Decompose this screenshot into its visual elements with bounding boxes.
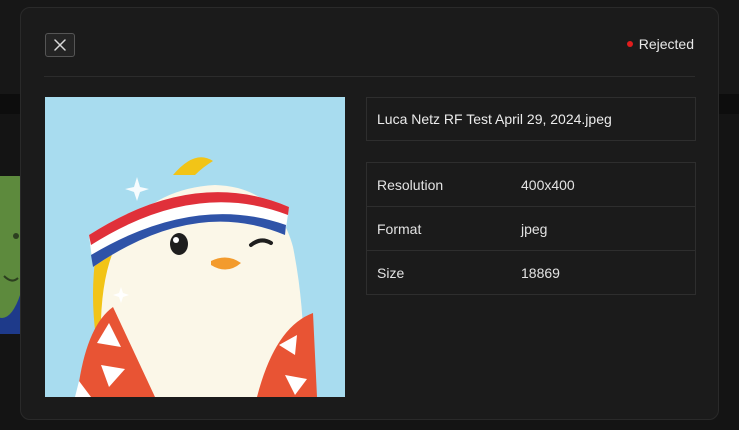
close-button[interactable] [45,33,75,57]
property-key: Resolution [377,176,444,193]
property-key: Format [377,220,422,237]
property-row-format: Format jpeg [367,207,695,251]
file-name: Luca Netz RF Test April 29, 2024.jpeg [366,97,696,141]
image-review-modal: Rejected Luca Netz RF Test April 29, 202… [20,7,719,420]
property-value: jpeg [521,220,548,237]
property-key: Size [377,264,405,281]
properties-table: Resolution 400x400 Format jpeg Size 1886… [366,162,696,295]
property-row-size: Size 18869 [367,251,695,295]
status-dot-icon [626,41,633,47]
property-value: 18869 [521,264,560,281]
image-preview [45,97,345,397]
status-label: Rejected [638,36,694,52]
property-row-resolution: Resolution 400x400 [367,163,695,207]
header-divider [44,76,695,77]
property-value: 400x400 [521,176,575,193]
status-badge: Rejected [626,36,694,52]
close-icon [54,39,66,51]
